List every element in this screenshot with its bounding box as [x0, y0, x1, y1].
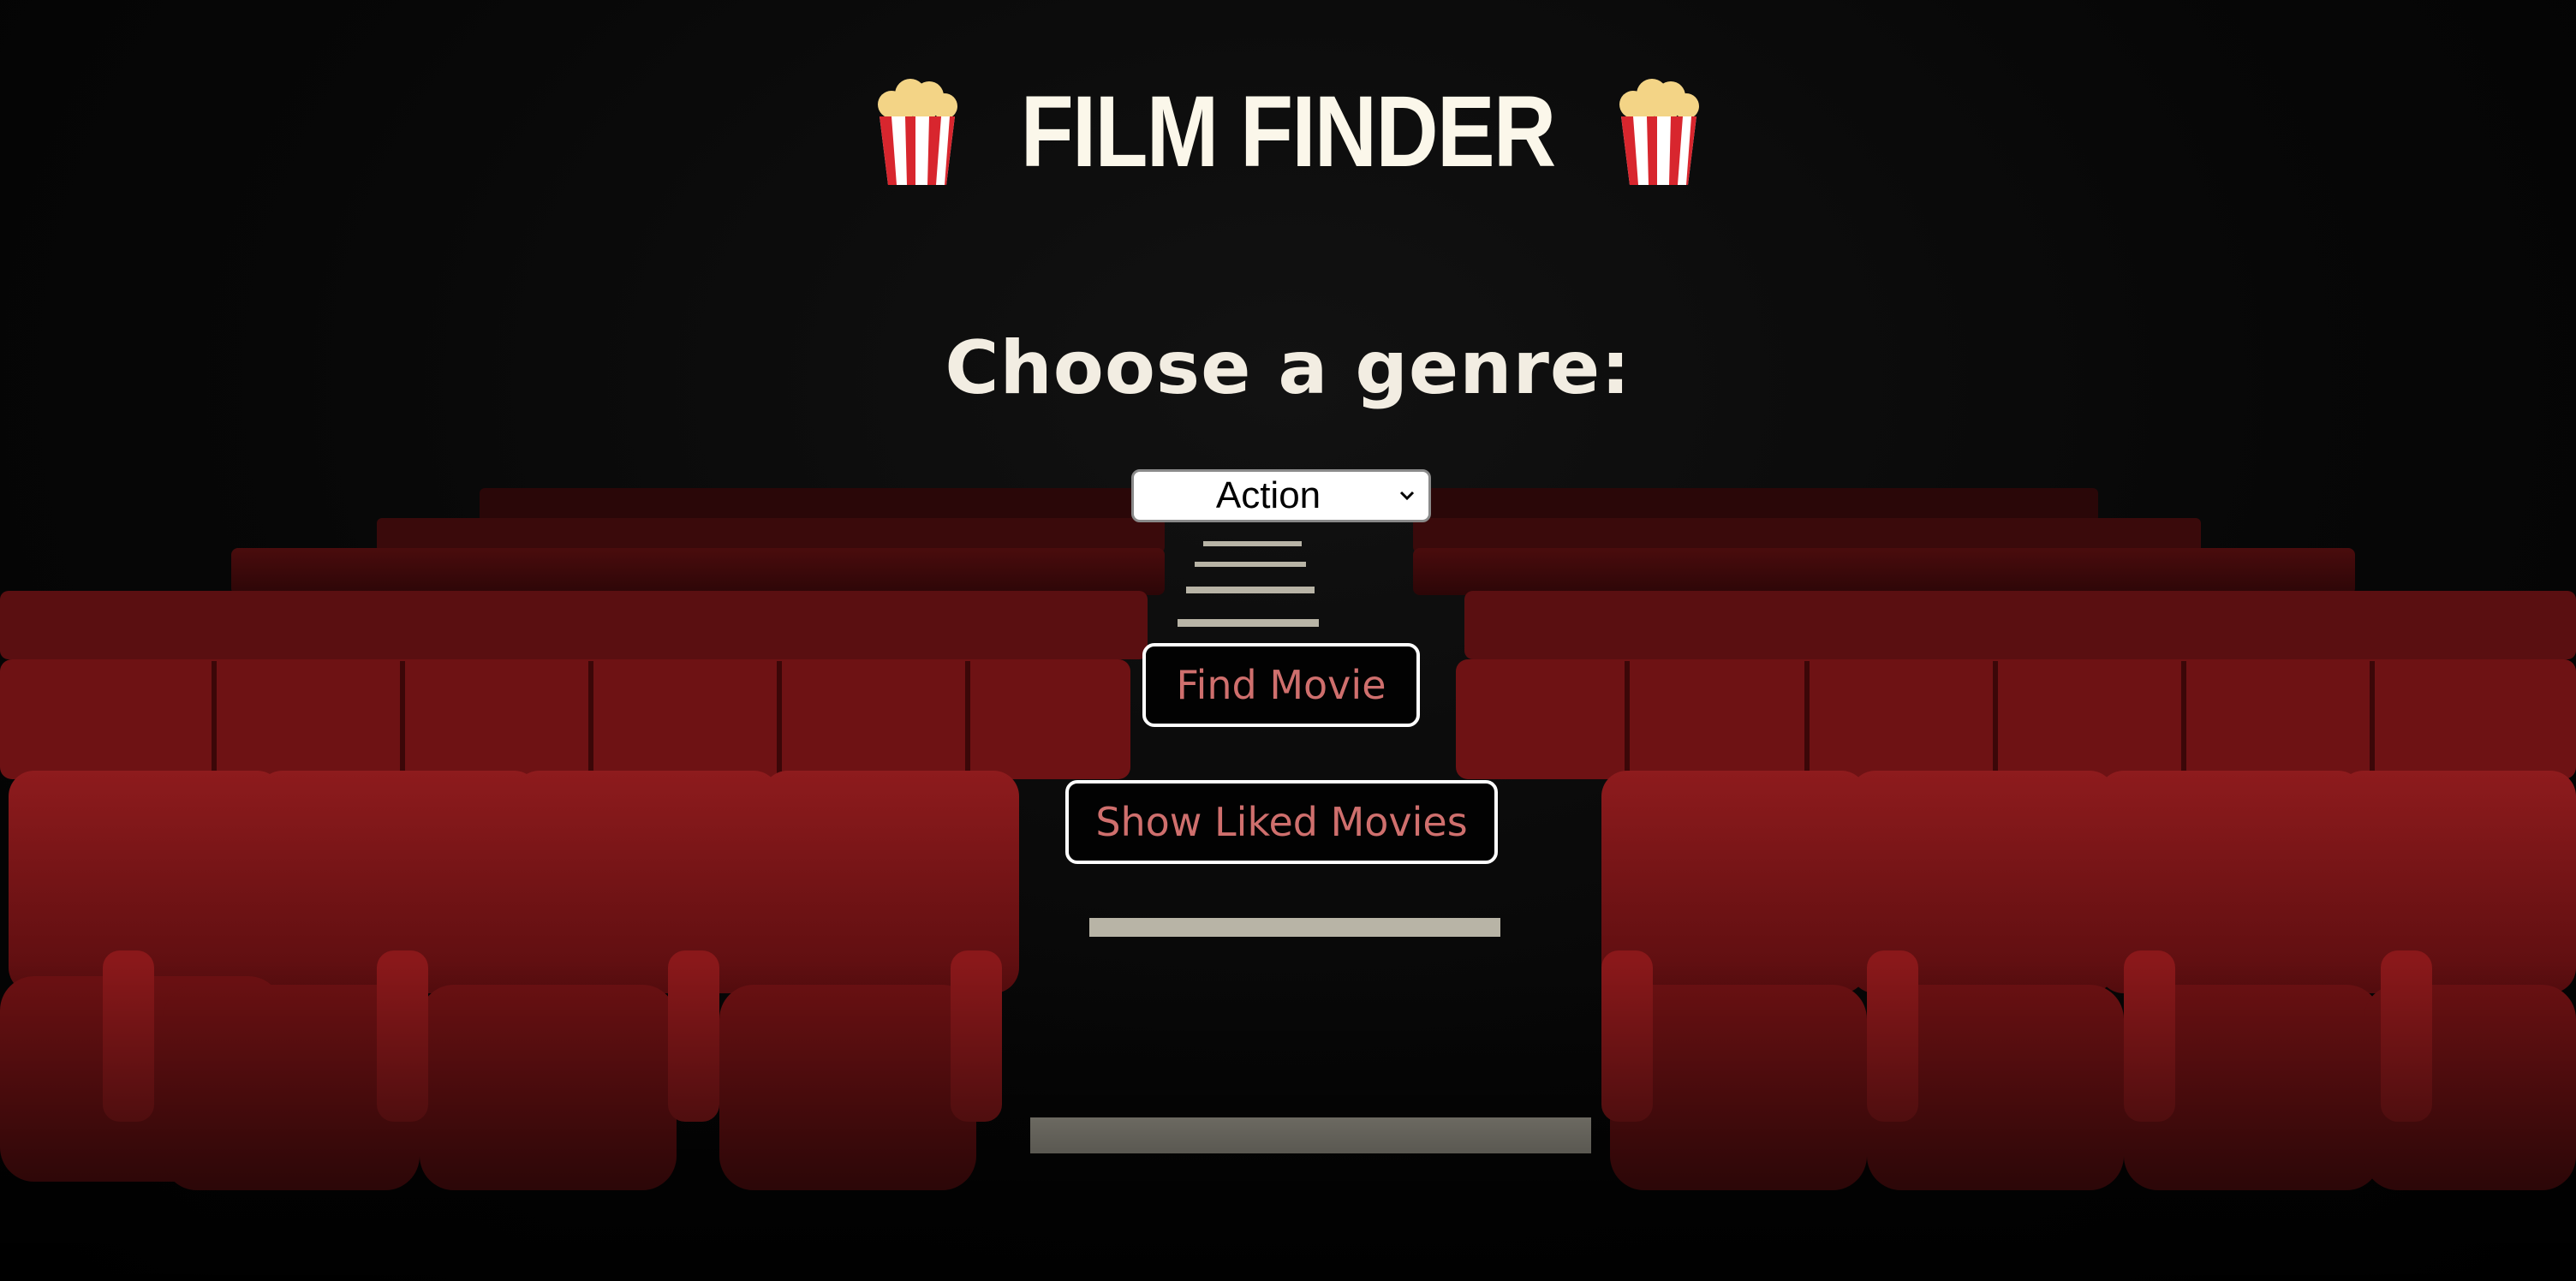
app-title: FILM FINDER: [1021, 75, 1556, 188]
genre-select[interactable]: Action: [1131, 469, 1431, 522]
popcorn-icon: [1619, 79, 1699, 185]
chevron-down-icon: [1399, 491, 1415, 501]
app-stage: FILM FINDER Choose a genre: Action Find …: [0, 0, 2576, 1281]
genre-heading: Choose a genre:: [945, 325, 1631, 411]
find-movie-button[interactable]: Find Movie: [1142, 643, 1420, 727]
theater-background-image: [0, 0, 2576, 1281]
genre-select-value: Action: [1215, 474, 1321, 516]
show-liked-movies-button[interactable]: Show Liked Movies: [1065, 780, 1498, 864]
popcorn-icon: [878, 79, 958, 185]
header: FILM FINDER: [0, 75, 2576, 188]
